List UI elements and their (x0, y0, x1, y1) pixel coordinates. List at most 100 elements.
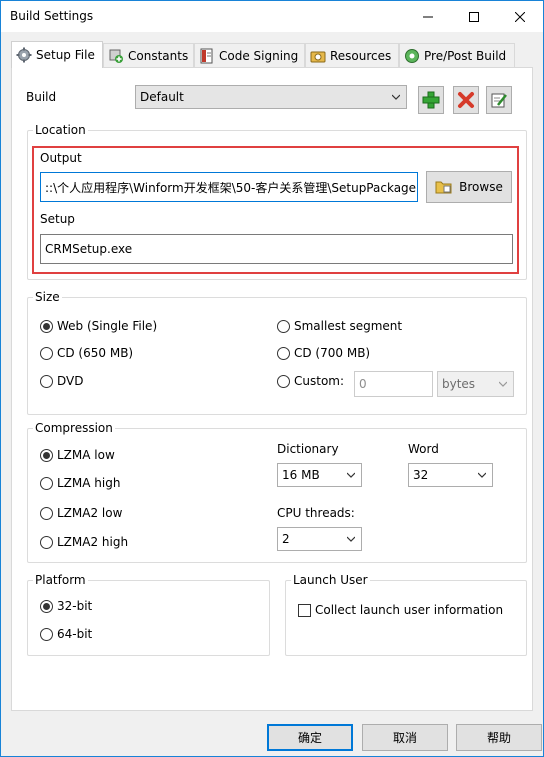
radio-label: Custom: (294, 374, 345, 388)
chevron-down-icon (478, 472, 486, 478)
radio-indicator (40, 448, 53, 462)
dictionary-select[interactable]: 16 MB (277, 463, 362, 487)
close-icon (515, 11, 525, 22)
checkbox-indicator (298, 603, 311, 617)
tab-label: Pre/Post Build (424, 49, 507, 63)
radio-indicator (277, 346, 290, 360)
help-button-label: 帮助 (486, 731, 511, 745)
location-group-title: Location (33, 123, 88, 137)
ok-button[interactable]: 确定 (267, 724, 353, 751)
title-bar: Build Settings (1, 1, 543, 32)
radio-indicator (40, 627, 53, 641)
word-select-value: 32 (413, 468, 429, 482)
dictionary-label: Dictionary (277, 442, 339, 456)
radio-indicator (277, 319, 290, 333)
output-path-field[interactable]: ::\个人应用程序\Winform开发框架\50-客户关系管理\SetupPac… (40, 172, 418, 202)
build-select[interactable]: Default (135, 85, 407, 109)
platform-32bit-radio[interactable]: 32-bit (40, 599, 92, 613)
radio-label: CD (700 MB) (294, 346, 371, 360)
compression-lzma-high-radio[interactable]: LZMA high (40, 476, 120, 490)
tab-strip: Setup File Constants Code Signing Resour… (1, 41, 543, 68)
window-title: Build Settings (10, 9, 94, 23)
radio-label: LZMA2 high (57, 535, 129, 549)
delete-build-button[interactable] (453, 86, 479, 114)
dialog-button-bar: 确定 取消 帮助 (1, 711, 543, 756)
setup-filename-field[interactable]: CRMSetup.exe (40, 234, 513, 264)
size-group-title: Size (33, 290, 62, 304)
minimize-button[interactable] (405, 1, 451, 32)
size-dvd-radio[interactable]: DVD (40, 374, 83, 388)
word-label: Word (408, 442, 439, 456)
tab-constants[interactable]: Constants (103, 43, 194, 68)
maximize-icon (469, 11, 479, 22)
dictionary-select-value: 16 MB (282, 468, 320, 482)
add-build-button[interactable] (418, 86, 444, 114)
tab-label: Constants (128, 49, 189, 63)
custom-size-unit-select[interactable]: bytes (437, 371, 514, 397)
build-label: Build (26, 90, 57, 104)
add-icon (422, 91, 440, 109)
platform-64bit-radio[interactable]: 64-bit (40, 627, 92, 641)
setup-label: Setup (40, 212, 75, 226)
radio-label: Web (Single File) (57, 319, 158, 333)
delete-icon (458, 92, 474, 108)
certificate-icon (200, 48, 213, 64)
radio-indicator (40, 535, 53, 549)
browse-button[interactable]: Browse (426, 171, 512, 203)
cpu-threads-select[interactable]: 2 (277, 527, 362, 551)
radio-label: LZMA high (57, 476, 121, 490)
help-button[interactable]: 帮助 (456, 724, 542, 751)
chevron-down-icon (347, 472, 355, 478)
collect-launch-user-checkbox[interactable]: Collect launch user information (298, 603, 503, 617)
setup-file-panel: Build Default Location Output::\个人应用程序\… (11, 67, 533, 711)
size-web-single-file-radio[interactable]: Web (Single File) (40, 319, 157, 333)
maximize-button[interactable] (451, 1, 497, 32)
radio-label: 64-bit (57, 627, 93, 641)
size-cd-700-radio[interactable]: CD (700 MB) (277, 346, 370, 360)
tab-setup-file[interactable]: Setup File (11, 41, 103, 68)
compression-lzma2-low-radio[interactable]: LZMA2 low (40, 506, 122, 520)
build-icon (405, 49, 419, 63)
radio-indicator (40, 319, 53, 333)
tab-code-signing[interactable]: Code Signing (194, 43, 305, 68)
compression-lzma2-high-radio[interactable]: LZMA2 high (40, 535, 128, 549)
radio-label: 32-bit (57, 599, 93, 613)
launch-user-group (285, 580, 527, 656)
cpu-threads-select-value: 2 (282, 532, 290, 546)
cancel-button-label: 取消 (392, 731, 417, 745)
chevron-down-icon (499, 381, 507, 387)
custom-size-input[interactable]: 0 (354, 371, 433, 397)
radio-indicator (40, 374, 53, 388)
gear-icon (16, 47, 32, 63)
checkbox-label: Collect launch user information (315, 603, 504, 617)
tab-label: Code Signing (219, 49, 299, 63)
folder-icon (435, 181, 452, 194)
radio-indicator (277, 374, 290, 388)
size-smallest-segment-radio[interactable]: Smallest segment (277, 319, 402, 333)
word-select[interactable]: 32 (408, 463, 493, 487)
output-label: Output (40, 151, 82, 165)
resources-icon (310, 51, 326, 63)
browse-button-label: Browse (459, 180, 503, 194)
radio-indicator (40, 346, 53, 360)
radio-label: LZMA low (57, 448, 115, 462)
radio-label: LZMA2 low (57, 506, 123, 520)
close-button[interactable] (497, 1, 543, 32)
build-select-value: Default (140, 90, 184, 104)
constants-icon (109, 49, 123, 63)
size-cd-650-radio[interactable]: CD (650 MB) (40, 346, 133, 360)
tab-resources[interactable]: Resources (305, 43, 399, 68)
setup-filename-value: CRMSetup.exe (45, 242, 133, 256)
output-path-value: ::\个人应用程序\Winform开发框架\50-客户关系管理\SetupPac… (45, 180, 417, 195)
cancel-button[interactable]: 取消 (362, 724, 448, 751)
size-custom-radio[interactable]: Custom: (277, 374, 344, 388)
cpu-threads-label: CPU threads: (277, 506, 355, 520)
custom-size-value: 0 (359, 377, 367, 391)
compression-lzma-low-radio[interactable]: LZMA low (40, 448, 115, 462)
edit-build-button[interactable] (486, 86, 512, 114)
custom-size-unit-value: bytes (442, 377, 476, 391)
radio-indicator (40, 506, 53, 520)
radio-label: CD (650 MB) (57, 346, 134, 360)
ok-button-label: 确定 (297, 731, 322, 745)
tab-pre-post-build[interactable]: Pre/Post Build (399, 43, 515, 68)
